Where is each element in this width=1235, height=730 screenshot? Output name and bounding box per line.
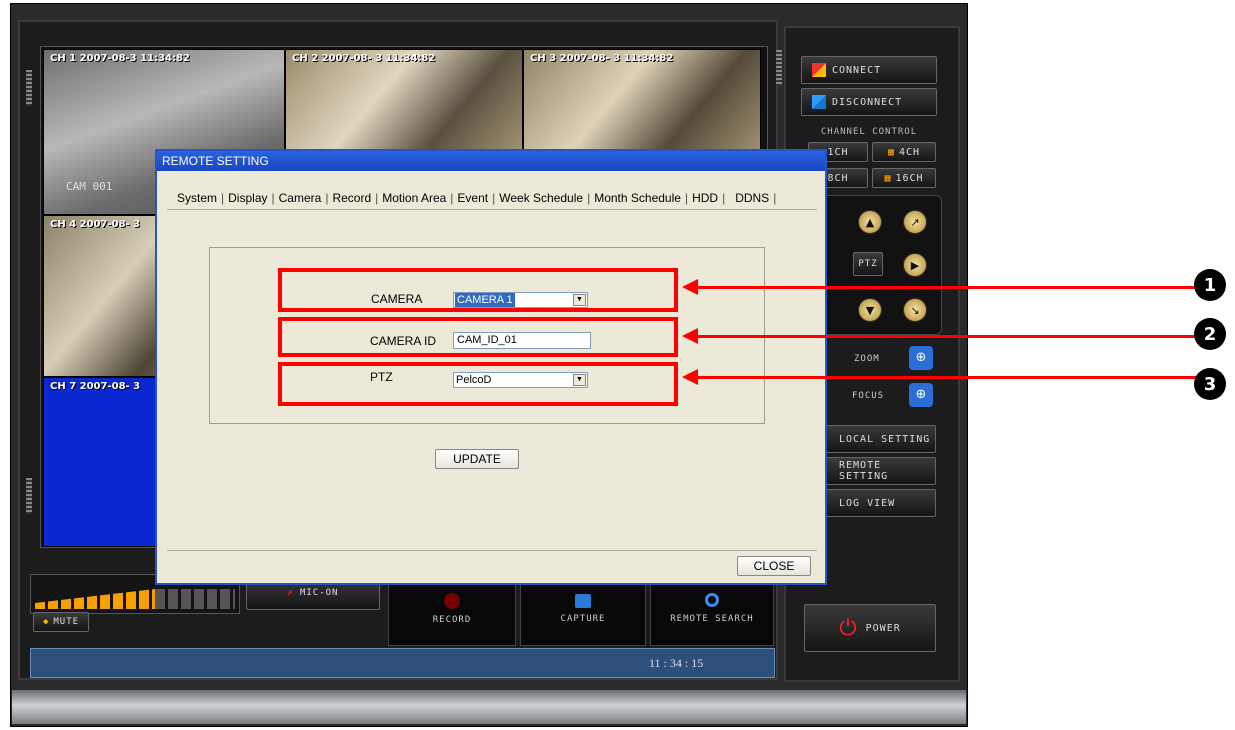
tab-bar: System | Display | Camera | Record | Motion … xyxy=(173,191,776,205)
camera-label: CH 1 2007-08-3 11:34:82 xyxy=(50,53,190,64)
volume-empty-bars xyxy=(155,589,235,609)
ptz-down-right-button[interactable]: ↘ xyxy=(903,298,927,322)
tab-ddns[interactable]: DDNS xyxy=(725,191,773,205)
disconnect-button[interactable]: DISCONNECT xyxy=(801,88,937,116)
update-button[interactable]: UPDATE xyxy=(435,449,519,469)
tab-motion-area[interactable]: Motion Area xyxy=(378,191,450,205)
channel-4ch-label: 4CH xyxy=(898,146,921,158)
ptz-label: PTZ xyxy=(858,259,878,269)
connect-button[interactable]: CONNECT xyxy=(801,56,937,84)
log-view-button[interactable]: LOG VIEW xyxy=(826,489,936,517)
record-label: RECORD xyxy=(432,615,472,625)
volume-level-bars xyxy=(35,589,155,609)
disconnect-icon xyxy=(812,95,826,109)
camera-label: CH 7 2007-08- 3 xyxy=(50,381,141,392)
tab-record[interactable]: Record xyxy=(328,191,375,205)
status-bar: 11 : 34 : 15 xyxy=(30,648,775,678)
tab-event[interactable]: Event xyxy=(453,191,492,205)
annotation-arrow-2 xyxy=(694,335,1202,338)
remote-setting-label: REMOTE SETTING xyxy=(839,460,889,482)
channel-16ch-button[interactable]: ▦ 16CH xyxy=(872,168,936,188)
zoom-label: ZOOM xyxy=(854,354,880,364)
record-button[interactable]: RECORD xyxy=(388,584,516,646)
connect-label: CONNECT xyxy=(832,64,882,76)
channel-16ch-label: 16CH xyxy=(895,172,924,184)
search-icon xyxy=(705,593,719,607)
ptz-down-button[interactable]: ▼ xyxy=(858,298,882,322)
arrow-down-icon: ▼ xyxy=(865,303,875,317)
arrow-left-icon xyxy=(682,369,698,385)
annotation-box-1 xyxy=(278,268,678,312)
annotation-arrow-1 xyxy=(694,286,1202,289)
annotation-badge-2: 2 xyxy=(1194,318,1226,350)
right-grip-top[interactable] xyxy=(776,50,782,86)
connect-icon xyxy=(812,63,826,77)
annotation-arrow-3 xyxy=(694,376,1202,379)
grid-16-icon: ▦ xyxy=(884,172,892,184)
power-label: POWER xyxy=(865,622,901,634)
local-setting-button[interactable]: LOCAL SETTING xyxy=(826,425,936,453)
ptz-right-button[interactable]: ▶ xyxy=(903,253,927,277)
arrow-left-icon xyxy=(682,279,698,295)
ptz-up-right-button[interactable]: ↗ xyxy=(903,210,927,234)
capture-button[interactable]: CAPTURE xyxy=(520,584,646,646)
record-icon xyxy=(444,593,460,609)
camera-label: CH 3 2007-08- 3 11:34:82 xyxy=(530,53,674,64)
log-view-label: LOG VIEW xyxy=(839,497,896,509)
tab-hdd[interactable]: HDD xyxy=(688,191,722,205)
local-setting-label: LOCAL SETTING xyxy=(839,433,931,445)
arrow-down-right-icon: ↘ xyxy=(910,303,920,317)
mic-on-label: MIC-ON xyxy=(299,588,339,598)
left-grip-bottom[interactable] xyxy=(26,478,32,514)
arrow-right-icon: ▶ xyxy=(910,258,920,272)
remote-setting-button[interactable]: REMOTE SETTING xyxy=(826,457,936,485)
tab-camera[interactable]: Camera xyxy=(274,191,326,205)
arrow-up-right-icon: ↗ xyxy=(910,215,920,229)
mic-icon: ✗ xyxy=(287,588,294,598)
tab-display[interactable]: Display xyxy=(224,191,271,205)
footer-divider xyxy=(167,550,817,551)
channel-4ch-button[interactable]: ▦ 4CH xyxy=(872,142,936,162)
grid-4-icon: ▦ xyxy=(887,146,895,158)
channel-8ch-label: 8CH xyxy=(827,172,849,184)
annotation-badge-1: 1 xyxy=(1194,269,1226,301)
bottom-bar xyxy=(12,690,966,724)
camera-icon xyxy=(575,594,591,608)
focus-label: FOCUS xyxy=(852,391,885,401)
annotation-box-2 xyxy=(278,317,678,357)
mute-button[interactable]: ◆ MUTE xyxy=(33,612,89,632)
left-grip-top[interactable] xyxy=(26,70,32,106)
focus-in-icon[interactable]: ⊕ xyxy=(909,383,933,407)
power-icon: ⏻ xyxy=(839,615,858,641)
camera-label: CH 2 2007-08- 3 11:34:82 xyxy=(292,53,436,64)
tab-month-schedule[interactable]: Month Schedule xyxy=(590,191,685,205)
camera-label: CH 4 2007-08- 3 xyxy=(50,219,141,230)
ptz-center-button[interactable]: PTZ xyxy=(853,252,883,276)
disconnect-label: DISCONNECT xyxy=(832,96,903,108)
camera-name: CAM 001 xyxy=(66,180,113,193)
clock: 11 : 34 : 15 xyxy=(649,656,704,670)
annotation-badge-3: 3 xyxy=(1194,368,1226,400)
channel-control-label: CHANNEL CONTROL xyxy=(820,127,918,137)
annotation-box-3 xyxy=(278,362,678,406)
arrow-left-icon xyxy=(682,328,698,344)
remote-search-button[interactable]: REMOTE SEARCH xyxy=(650,584,774,646)
close-button[interactable]: CLOSE xyxy=(737,556,811,576)
ptz-up-button[interactable]: ▲ xyxy=(858,210,882,234)
arrow-up-icon: ▲ xyxy=(865,215,875,229)
power-button[interactable]: ⏻ POWER xyxy=(804,604,936,652)
tab-week-schedule[interactable]: Week Schedule xyxy=(495,191,587,205)
mute-label: MUTE xyxy=(53,617,80,627)
capture-label: CAPTURE xyxy=(560,614,606,624)
tab-system[interactable]: System xyxy=(173,191,221,205)
remote-search-label: REMOTE SEARCH xyxy=(670,614,754,624)
ptz-pad: ▲ ↗ PTZ ▶ ▼ ↘ xyxy=(822,195,942,335)
dialog-title: REMOTE SETTING xyxy=(157,151,825,171)
zoom-in-icon[interactable]: ⊕ xyxy=(909,346,933,370)
channel-1ch-label: 1CH xyxy=(827,146,849,158)
speaker-icon: ◆ xyxy=(42,617,50,627)
